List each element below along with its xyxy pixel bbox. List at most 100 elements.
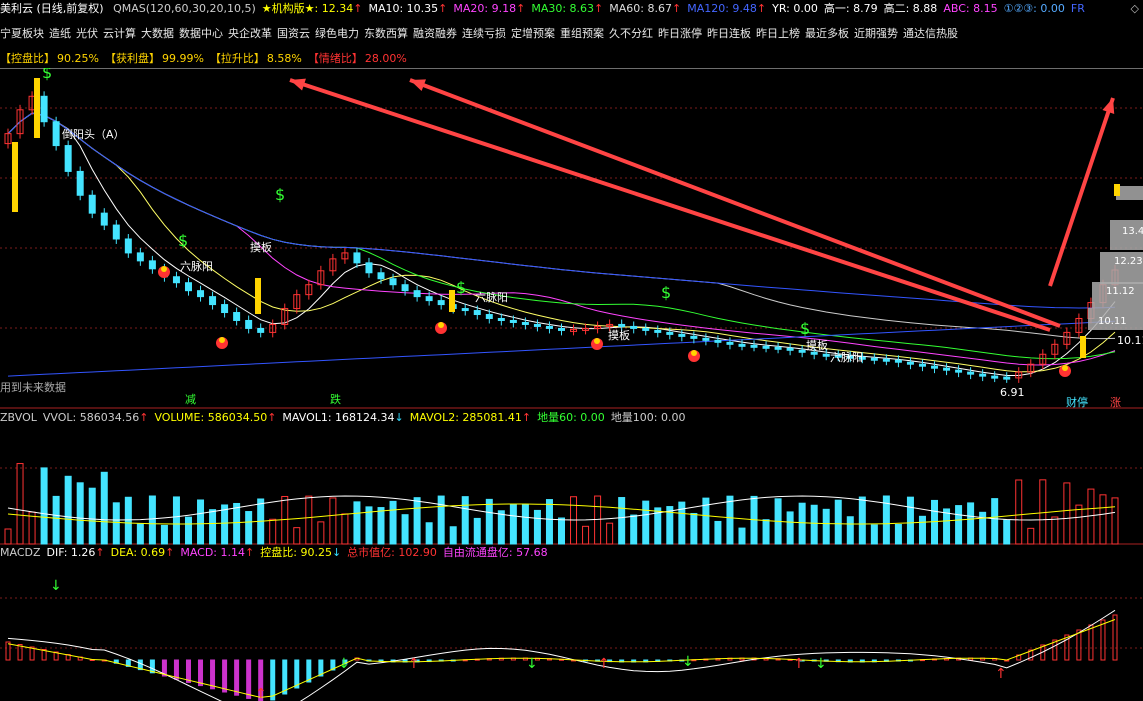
vol-item: VOLUME: 586034.50↑ <box>154 411 277 424</box>
candle-body <box>209 296 217 306</box>
volume-bar <box>88 487 96 545</box>
macd-bar <box>234 659 240 696</box>
candle-body <box>64 145 72 172</box>
chip-price-label: 13.45 <box>1122 226 1143 237</box>
volume-bar <box>834 499 842 545</box>
highlight-candle <box>255 278 261 314</box>
candle-body <box>40 95 48 123</box>
volume-bar <box>389 500 397 545</box>
concept-tag[interactable]: 光伏 <box>76 27 98 40</box>
candle-body <box>774 346 782 350</box>
chart-panes[interactable]: 21.08倒阳头（A）用到未来数据减跌6.9110.11财停涨摸板摸板摸板六脉阳… <box>0 68 1143 701</box>
volume-bar <box>112 502 120 545</box>
touch-label: 摸板 <box>250 240 272 254</box>
volume-bar <box>762 519 770 545</box>
dollar-signal-icon: $ <box>661 283 671 302</box>
toolbar-diamond-icon[interactable]: ◇ <box>1131 2 1139 15</box>
candle-body <box>184 282 192 292</box>
stock-title[interactable]: 美利云 (日线,前复权) <box>0 2 104 15</box>
candle-body <box>88 194 96 214</box>
candle-body <box>678 333 686 337</box>
volume-bar <box>509 503 517 545</box>
highlight-candle <box>12 142 18 212</box>
volume-bar <box>738 527 746 545</box>
macd-signal-arrow: ↓ <box>50 578 62 594</box>
hdr-item: ABC: 8.15 <box>943 2 998 15</box>
macd-signal-arrow: ↑ <box>408 656 420 672</box>
candle-body <box>918 363 926 367</box>
vol-item: 地量100: 0.00 <box>610 411 686 424</box>
volume-bar <box>341 513 349 545</box>
concept-tag[interactable]: 央企改革 <box>228 27 272 40</box>
concept-tag[interactable]: 近期强势 <box>854 27 898 40</box>
concept-tag[interactable]: 连续亏损 <box>462 27 506 40</box>
volume-bar <box>810 504 818 545</box>
chip-top-mark <box>1114 184 1120 196</box>
concept-tag[interactable]: 云计算 <box>103 27 136 40</box>
concept-tag[interactable]: 通达信热股 <box>903 27 958 40</box>
concept-tag[interactable]: 东数西算 <box>364 27 408 40</box>
candle-body <box>630 325 638 329</box>
volume-bar <box>1075 504 1083 545</box>
volume-bar <box>269 518 277 545</box>
candle-body <box>100 212 108 226</box>
hdr-item: MA30: 8.63↑ <box>531 2 604 15</box>
concept-tag[interactable]: 定增预案 <box>511 27 555 40</box>
concept-tag[interactable]: 昨日涨停 <box>658 27 702 40</box>
candle-body <box>786 347 794 351</box>
candle-body <box>558 327 565 331</box>
volume-bar <box>798 502 806 545</box>
candle-body <box>521 321 529 325</box>
volume-bar <box>894 524 902 545</box>
volume-bar <box>858 496 866 545</box>
concept-tag[interactable]: 造纸 <box>49 27 71 40</box>
concept-tag[interactable]: 昨日连板 <box>707 27 751 40</box>
candles-layer <box>4 91 1119 383</box>
future-data-note: 用到未来数据 <box>0 380 66 394</box>
volume-bar <box>293 527 301 545</box>
vol-item: VVOL: 586034.56↑ <box>42 411 149 424</box>
dollar-signal-icon: $ <box>42 68 52 82</box>
candle-body <box>690 335 698 339</box>
concept-tag[interactable]: 最近多板 <box>805 27 849 40</box>
vol-item: MAVOL2: 285081.41↑ <box>409 411 532 424</box>
concept-tag[interactable]: 宁夏板块 <box>0 27 44 40</box>
concept-tag[interactable]: 昨日上榜 <box>756 27 800 40</box>
ratio-item: 【获利盘】 99.99% <box>104 52 204 65</box>
buy-marker-icon <box>161 266 167 272</box>
touch-label: 摸板 <box>806 338 828 352</box>
candle-body <box>750 344 758 348</box>
candle-body <box>882 358 890 362</box>
macd-item: MACD: 1.14↑ <box>180 546 255 559</box>
concept-tag[interactable]: 久不分红 <box>609 27 653 40</box>
volume-bar <box>1063 482 1071 545</box>
dea-line <box>7 619 1116 698</box>
volume-bar <box>1099 494 1107 545</box>
hdr-item: 高二: 8.88 <box>883 2 938 15</box>
concept-tag[interactable]: 绿色电力 <box>315 27 359 40</box>
candle-body <box>124 238 132 254</box>
volume-bar <box>160 524 168 545</box>
macd-signal-arrow: ↑ <box>598 656 610 672</box>
concept-tag[interactable]: 大数据 <box>141 27 174 40</box>
volume-bar <box>209 509 217 545</box>
low-price-label: 6.91 <box>1000 386 1025 399</box>
macd-bar <box>270 659 276 701</box>
concept-tags: 宁夏板块 造纸 光伏 云计算 大数据 数据中心 央企改革 国资云 绿色电力 东数西算 融资融券 连续亏… <box>0 26 963 42</box>
candle-body <box>245 319 253 329</box>
volume-bar <box>1015 479 1023 545</box>
concept-tag[interactable]: 重组预案 <box>560 27 604 40</box>
volume-bar <box>136 523 144 545</box>
volume-bar <box>461 496 469 545</box>
candle-body <box>666 331 674 335</box>
chip-price-label: 12.23 <box>1114 256 1143 267</box>
volume-bar <box>642 500 650 545</box>
candle-body <box>413 290 421 298</box>
macd-bar <box>173 659 179 680</box>
concept-tag[interactable]: 融资融券 <box>413 27 457 40</box>
volume-bar <box>545 499 553 545</box>
volume-bar <box>353 501 361 545</box>
concept-tag[interactable]: 数据中心 <box>179 27 223 40</box>
hdr-item: QMAS(120,60,30,20,10,5) <box>113 2 256 15</box>
concept-tag[interactable]: 国资云 <box>277 27 310 40</box>
